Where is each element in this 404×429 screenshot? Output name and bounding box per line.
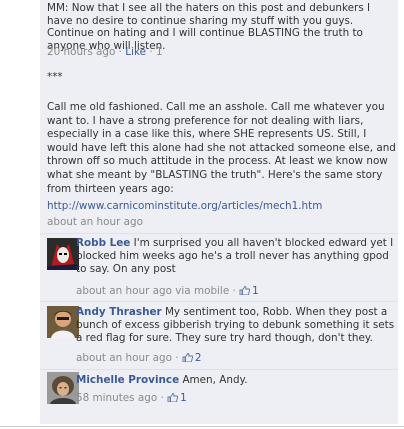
meta-separator: · — [115, 46, 126, 58]
comment-text: Amen, Andy. — [182, 374, 248, 386]
comment-time[interactable]: about an hour ago via mobile — [76, 285, 229, 297]
article-link[interactable]: http://www.carnicominstitute.org/article… — [47, 200, 397, 213]
avatar[interactable] — [47, 238, 79, 270]
comment-author[interactable]: Michelle Province — [76, 374, 179, 386]
comment-meta: about an hour ago · 2 — [76, 352, 202, 365]
like-button[interactable] — [167, 392, 180, 404]
comment-meta: about an hour ago via mobile · 1 — [76, 285, 259, 298]
comment-time[interactable]: about an hour ago — [76, 352, 172, 364]
like-link[interactable]: Like — [125, 46, 146, 58]
comment-paragraph: Call me old fashioned. Call me an asshol… — [47, 101, 396, 195]
like-button[interactable] — [182, 352, 195, 364]
like-count[interactable]: 1 — [180, 392, 187, 404]
thumbs-up-icon — [239, 286, 251, 295]
like-button[interactable] — [239, 285, 252, 297]
meta-separator: · — [146, 46, 156, 58]
comment-time[interactable]: 20 hours ago — [47, 46, 115, 58]
divider — [0, 426, 404, 427]
thumbs-up-icon — [182, 353, 193, 362]
comment-body: Robb Lee I'm surprised you all haven't b… — [76, 237, 396, 276]
comment-meta: 20 hours ago · Like · 1 — [47, 46, 163, 59]
avatar[interactable] — [47, 372, 79, 404]
divider — [40, 301, 398, 302]
divider — [40, 233, 398, 234]
comment-time[interactable]: 58 minutes ago — [76, 392, 157, 404]
like-count[interactable]: 1 — [156, 46, 163, 58]
thumbs-up-icon — [167, 393, 179, 402]
like-count[interactable]: 2 — [195, 352, 202, 364]
meta-separator: · — [171, 352, 182, 364]
comment-author[interactable]: Andy Thrasher — [76, 306, 162, 318]
divider — [40, 369, 398, 370]
avatar[interactable] — [47, 306, 79, 338]
comment-author[interactable]: Robb Lee — [76, 237, 130, 249]
comment-body: Andy Thrasher My sentiment too, Robb. Wh… — [76, 306, 396, 345]
comment-feed: MM: Now that I see all the haters on thi… — [0, 0, 404, 429]
comment-meta: 58 minutes ago · 1 — [76, 392, 187, 405]
meta-separator: · — [229, 285, 240, 297]
comment-body: Michelle Province Amen, Andy. — [76, 374, 396, 387]
comment-stars: *** — [47, 71, 63, 83]
meta-separator: · — [157, 392, 168, 404]
comment-time[interactable]: about an hour ago — [47, 216, 143, 229]
like-count[interactable]: 1 — [252, 285, 259, 297]
